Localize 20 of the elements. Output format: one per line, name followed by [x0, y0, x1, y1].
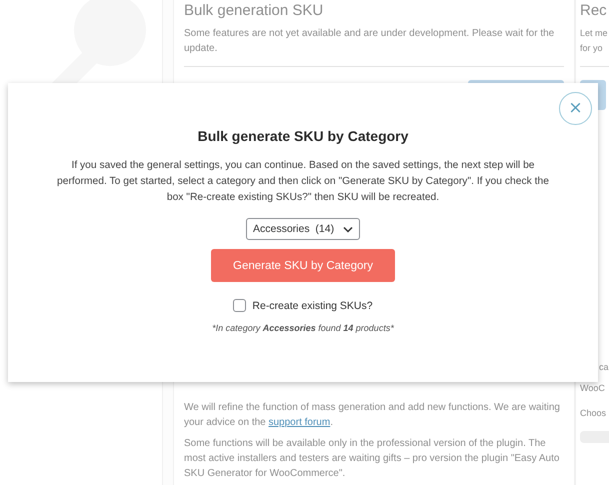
card-text: Let me — [580, 27, 608, 40]
category-select[interactable]: Accessories (14) — [246, 218, 360, 240]
generate-button[interactable]: Generate SKU by Category — [211, 249, 395, 282]
card-title: Bulk generation SKU — [184, 2, 324, 20]
support-link[interactable]: support forum — [268, 417, 330, 428]
modal-description: If you saved the general settings, you can continue. Based on the saved settings, the next step will be performed. To get started, select a category and then click on "Generate SKU by Category". If you check the box "Re-create existing SKUs?" then SKU will be recreated. — [56, 159, 550, 205]
modal-title: Bulk generate SKU by Category — [198, 128, 408, 144]
card-title: Rec — [580, 2, 608, 20]
checkbox[interactable] — [233, 299, 246, 312]
card-text: ca — [599, 361, 609, 374]
result-note: *In category Accessories found 14 products* — [212, 323, 394, 333]
card-text: for yo — [580, 42, 603, 55]
chevron-down-icon — [343, 226, 353, 232]
close-button[interactable]: × — [559, 92, 592, 125]
checkbox-label: Re-create existing SKUs? — [252, 300, 373, 312]
card-text: Some features are not yet available and are under development. Please wait for the update. — [184, 27, 556, 56]
card-text: Choos — [580, 407, 606, 420]
card-text: We will refine the function of mass generation and add new functions. We are waiting your advice on the support forum. — [184, 401, 561, 430]
card-text: Some functions will be available only in the professional version of the plugin. The most active installers and testers are waiting gifts – pro version the plugin "Easy Auto SKU Generator for WooCommerce". — [184, 437, 560, 481]
card-text: WooC — [580, 382, 605, 395]
